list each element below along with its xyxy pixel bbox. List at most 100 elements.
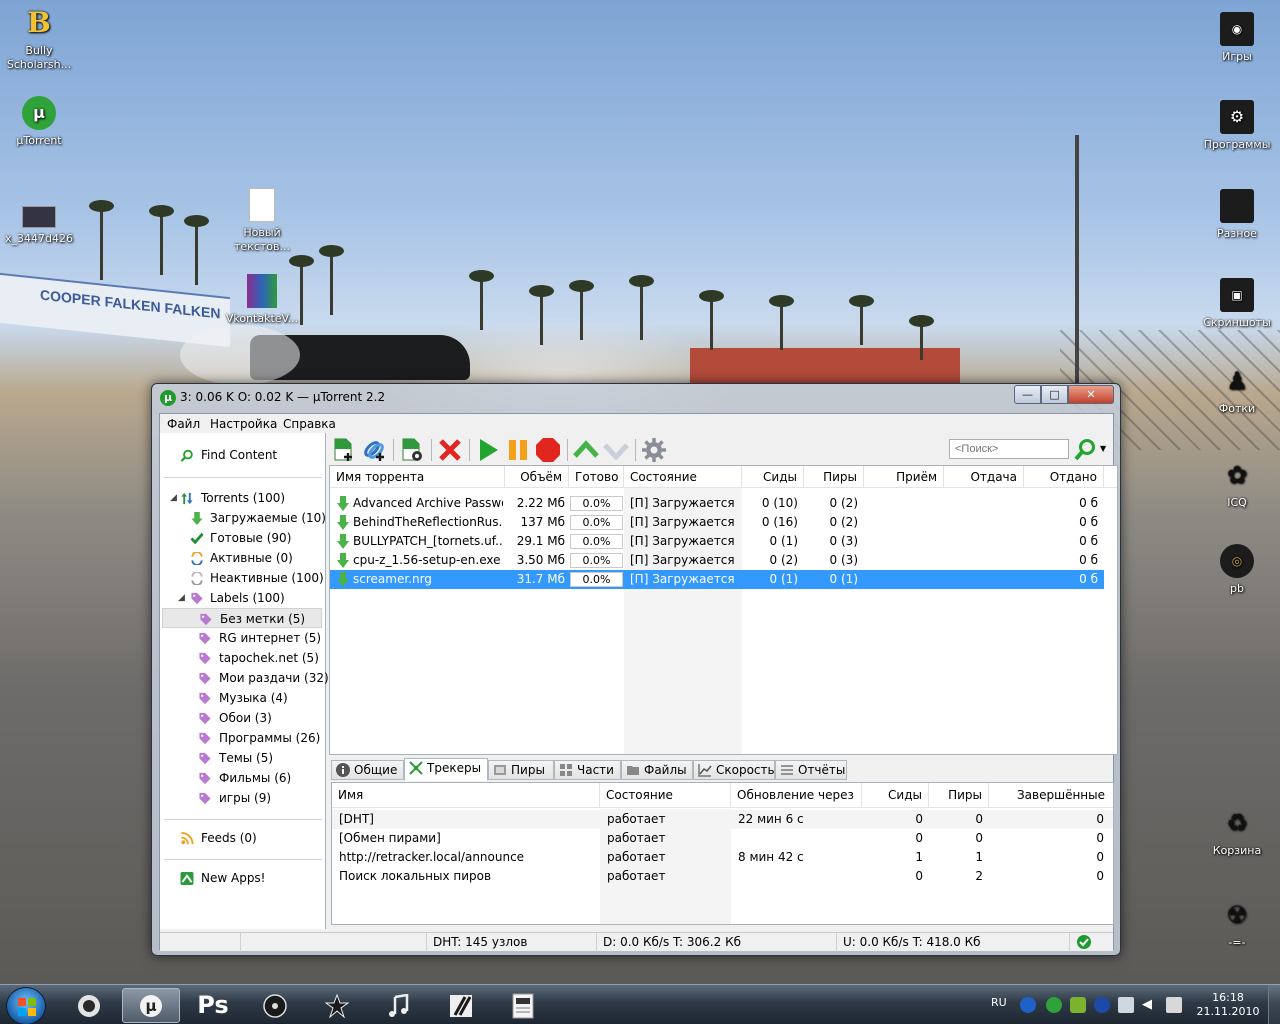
tab-trackers[interactable]: Трекеры (404, 758, 488, 781)
volume-tray-icon[interactable]: ◀ (1142, 997, 1158, 1013)
sidebar-label-item[interactable]: Программы (26) (160, 728, 324, 748)
maximize-button[interactable]: □ (1041, 385, 1068, 404)
minimize-button[interactable]: — (1014, 385, 1041, 404)
desktop-icon-bully[interactable]: B Bully Scholarsh... (0, 6, 78, 72)
desktop-icon-icq[interactable]: ✿ ICQ (1198, 458, 1276, 510)
desktop-icon-programs[interactable]: ⚙ Программы (1198, 100, 1276, 152)
desktop-icon-textfile[interactable]: Новый текстов... (223, 188, 301, 254)
tracker-column-name[interactable]: Имя (332, 783, 600, 808)
sidebar-item-downloading[interactable]: Загружаемые (10) (160, 508, 326, 528)
create-torrent-icon[interactable] (399, 437, 425, 463)
taskbar-star-app[interactable] (308, 988, 366, 1023)
thunderbolt-tray-icon[interactable] (1020, 997, 1036, 1013)
sidebar-item-completed[interactable]: Готовые (90) (160, 528, 324, 548)
status-network-ok[interactable] (1069, 933, 1099, 952)
title-bar[interactable]: µ 3: 0.06 K O: 0.02 K — µTorrent 2.2 — □… (152, 384, 1120, 412)
tracker-row[interactable]: http://retracker.local/announce работает… (332, 848, 1113, 867)
move-up-icon[interactable] (573, 437, 599, 463)
sidebar-item-inactive[interactable]: Неактивные (100) (160, 568, 324, 588)
tracker-column-completed[interactable]: Завершённые (989, 783, 1111, 808)
column-header-seeds[interactable]: Сиды (742, 466, 804, 488)
desktop-icon-pb[interactable]: ◎ pb (1198, 544, 1276, 596)
taskbar-media-player[interactable] (246, 988, 304, 1023)
desktop-icon-utorrent[interactable]: µ µTorrent (0, 96, 78, 148)
tracker-column-update[interactable]: Обновление через (731, 783, 862, 808)
taskbar-notes-app[interactable] (432, 988, 490, 1023)
column-header-peers[interactable]: Пиры (804, 466, 864, 488)
language-indicator[interactable]: RU (991, 996, 1007, 1009)
tracker-column-seeds[interactable]: Сиды (862, 783, 929, 808)
taskbar-file-app[interactable] (494, 988, 552, 1023)
sidebar-label-item[interactable]: Мои раздачи (32) (160, 668, 329, 688)
tab-logger[interactable]: Отчёты (775, 760, 847, 780)
tracker-row[interactable]: [Обмен пирами] работает 0 0 0 (332, 829, 1113, 848)
desktop-icon-misc[interactable]: Разное (1198, 189, 1276, 241)
sidebar-item-torrents[interactable]: ◢ Torrents (100) (160, 488, 324, 508)
column-header-download-speed[interactable]: Приём (864, 466, 944, 488)
taskbar-utorrent[interactable]: µ (122, 988, 180, 1023)
desktop-icon-archive[interactable]: VkontakteV... (223, 274, 301, 326)
sidebar-item-new-apps[interactable]: New Apps! (160, 868, 324, 888)
sidebar-find-content[interactable]: Find Content (160, 445, 324, 465)
search-icon[interactable] (1073, 437, 1099, 463)
sidebar-item-labels[interactable]: ◢ Labels (100) (160, 588, 324, 608)
add-url-icon[interactable] (361, 437, 387, 463)
tab-files[interactable]: Файлы (621, 760, 693, 780)
sidebar-label-item[interactable]: игры (9) (160, 788, 324, 808)
taskbar-firefox[interactable] (60, 988, 118, 1023)
add-torrent-icon[interactable] (331, 437, 357, 463)
desktop-icon-photos[interactable]: ♟ Фотки (1198, 364, 1276, 416)
sidebar-label-item[interactable]: Без метки (5) (162, 608, 322, 628)
sidebar-label-item[interactable]: Обои (3) (160, 708, 324, 728)
taskbar-photoshop[interactable]: Ps (184, 988, 242, 1023)
torrent-row[interactable]: BULLYPATCH_[tornets.uf... 29.1 Мб 0.0% [… (330, 532, 1104, 551)
desktop-icon-games[interactable]: ◉ Игры (1198, 12, 1276, 64)
menu-settings[interactable]: Настройка (210, 417, 277, 431)
sidebar-label-item[interactable]: tapochek.net (5) (160, 648, 324, 668)
tab-peers[interactable]: Пиры (488, 760, 554, 780)
tracker-row[interactable]: [DHT] работает 22 мин 6 с 0 0 0 (332, 810, 1113, 829)
sidebar-label-item[interactable]: Музыка (4) (160, 688, 324, 708)
torrent-row[interactable]: cpu-z_1.56-setup-en.exe 3.50 Мб 0.0% [П]… (330, 551, 1104, 570)
start-button[interactable] (6, 987, 46, 1024)
desktop-icon-image[interactable]: x_3447d426 (0, 200, 78, 246)
utorrent-tray-icon[interactable] (1046, 997, 1062, 1013)
tab-speed[interactable]: Скорость (693, 760, 775, 780)
column-header-done[interactable]: Готово (569, 466, 624, 488)
remove-icon[interactable] (437, 437, 463, 463)
column-header-name[interactable]: Имя торрента (330, 466, 505, 488)
sidebar-label-item[interactable]: Темы (5) (160, 748, 324, 768)
column-header-size[interactable]: Объём (505, 466, 569, 488)
move-down-icon[interactable] (603, 437, 629, 463)
daemon-tools-tray-icon[interactable] (1094, 997, 1110, 1013)
torrent-row[interactable]: BehindTheReflectionRus.e... 137 Мб 0.0% … (330, 513, 1104, 532)
desktop-icon-misc2[interactable]: ☢ -=- (1198, 898, 1276, 950)
taskbar-music-app[interactable] (370, 988, 428, 1023)
pause-icon[interactable] (505, 437, 531, 463)
desktop-icon-screenshots[interactable]: ▣ Скриншоты (1198, 278, 1276, 330)
menu-help[interactable]: Справка (283, 417, 336, 431)
show-desktop-button[interactable] (1268, 985, 1280, 1024)
column-header-upload-speed[interactable]: Отдача (944, 466, 1024, 488)
tracker-row[interactable]: Поиск локальных пиров работает 0 2 0 (332, 867, 1113, 886)
tracker-column-status[interactable]: Состояние (600, 783, 731, 808)
clock[interactable]: 16:18 21.11.2010 (1188, 991, 1268, 1019)
stop-icon[interactable] (535, 437, 561, 463)
torrent-row-selected[interactable]: screamer.nrg 31.7 Мб 0.0% [П] Загружаетс… (330, 570, 1104, 589)
tab-general[interactable]: Общие (331, 760, 404, 780)
column-header-status[interactable]: Состояние (624, 466, 742, 488)
network-tray-icon[interactable] (1118, 997, 1134, 1013)
tab-pieces[interactable]: Части (554, 760, 621, 780)
column-header-uploaded[interactable]: Отдано (1024, 466, 1104, 488)
search-input[interactable] (949, 439, 1069, 459)
desktop-icon-recycle-bin[interactable]: ♻ Корзина (1198, 806, 1276, 858)
security-tray-icon[interactable] (1070, 997, 1086, 1013)
search-dropdown-icon[interactable]: ▼ (1100, 444, 1106, 453)
action-center-tray-icon[interactable] (1166, 997, 1182, 1013)
start-icon[interactable] (475, 437, 501, 463)
sidebar-label-item[interactable]: Фильмы (6) (160, 768, 324, 788)
sidebar-item-active[interactable]: Активные (0) (160, 548, 324, 568)
sidebar-label-item[interactable]: RG интернет (5) (160, 628, 324, 648)
torrent-row[interactable]: Advanced Archive Passwo... 2.22 Мб 0.0% … (330, 494, 1104, 513)
settings-icon[interactable] (641, 437, 667, 463)
